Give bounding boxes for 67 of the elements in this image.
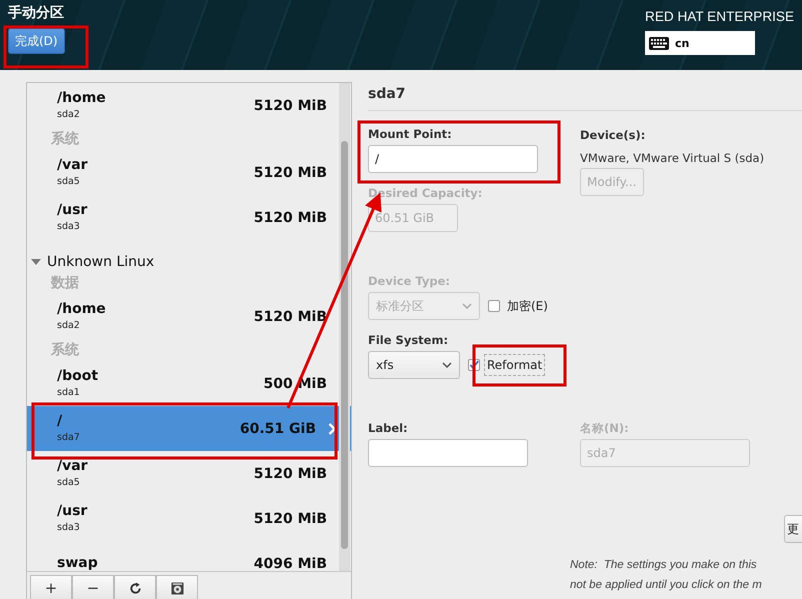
- partition-size: 5120 MiB: [254, 308, 327, 324]
- mount-point: /boot: [57, 367, 98, 386]
- field-label: Device Type:: [368, 273, 450, 289]
- mount-point: /home: [57, 89, 106, 108]
- disk-button[interactable]: [156, 575, 198, 599]
- partition-size: 5120 MiB: [254, 164, 327, 180]
- device-name: sda7: [57, 431, 80, 445]
- field-label: Label:: [368, 420, 408, 436]
- field-label: Mount Point:: [368, 126, 452, 142]
- partition-size: 5120 MiB: [254, 98, 327, 114]
- keyboard-layout-field[interactable]: cn: [645, 31, 755, 55]
- refresh-icon: [128, 582, 142, 594]
- input-field[interactable]: /: [368, 145, 538, 173]
- caret-icon: [442, 362, 452, 368]
- scrollbar[interactable]: [339, 83, 350, 571]
- product-name: RED HAT ENTERPRISE: [645, 8, 796, 26]
- update-button[interactable]: 更: [784, 515, 802, 543]
- device-name: sda5: [57, 175, 80, 189]
- device-name: sda5: [57, 476, 80, 490]
- field-label: Device(s):: [580, 127, 646, 143]
- device-description: VMware, VMware Virtual S (sda): [580, 151, 764, 165]
- field-label: Desired Capacity:: [368, 185, 482, 201]
- field-label: 名称(N):: [580, 420, 629, 436]
- mount-point: /var: [57, 457, 88, 476]
- partition-row[interactable]: swap 4096 MiB: [27, 541, 351, 571]
- dropdown[interactable]: xfs: [368, 351, 460, 379]
- checkbox-label[interactable]: Reformat: [484, 354, 546, 376]
- partition-row[interactable]: / sda7 60.51 GiB: [27, 406, 351, 451]
- field-label: File System:: [368, 332, 448, 348]
- partition-size: 5120 MiB: [254, 466, 327, 482]
- mount-point: /usr: [57, 201, 88, 220]
- mount-point: /home: [57, 300, 106, 319]
- partition-row[interactable]: /var sda5 5120 MiB: [27, 451, 351, 496]
- partition-size: 5120 MiB: [254, 510, 327, 526]
- mount-point: swap: [57, 554, 98, 571]
- partition-row[interactable]: /home sda2 5120 MiB: [27, 294, 351, 339]
- chevron-icon: [328, 422, 336, 434]
- done-button[interactable]: 完成(D): [8, 28, 65, 54]
- device-name: sda2: [57, 108, 80, 122]
- refresh-button[interactable]: [114, 575, 156, 599]
- screen-title: 手动分区: [8, 4, 64, 22]
- partition-size: 5120 MiB: [254, 210, 327, 226]
- note-text: Note: The settings you make on this not be applied until you click on the m: [570, 558, 763, 593]
- category-label: 系统: [50, 341, 80, 360]
- device-name: sda1: [57, 386, 80, 400]
- device-name: sda3: [57, 521, 80, 535]
- partition-row[interactable]: /home sda2 5120 MiB: [27, 83, 351, 128]
- caret-icon: [462, 303, 472, 309]
- partition-size: 4096 MiB: [254, 556, 327, 571]
- category-label: 系统: [50, 130, 80, 149]
- partition-size: 60.51 GiB: [240, 420, 316, 436]
- input-field[interactable]: [368, 439, 528, 467]
- mount-point: /usr: [57, 502, 88, 521]
- partition-row[interactable]: /var sda5 5120 MiB: [27, 150, 351, 195]
- partition-title: sda7: [368, 85, 407, 104]
- category-label: 数据: [50, 274, 80, 293]
- partition-row[interactable]: /usr sda3 5120 MiB: [27, 496, 351, 541]
- device-name: sda2: [57, 319, 80, 333]
- device-name: sda3: [57, 220, 80, 234]
- expander-icon[interactable]: [31, 259, 41, 265]
- toolbar-button[interactable]: −: [72, 575, 114, 599]
- mount-point: /var: [57, 156, 88, 175]
- section-title[interactable]: Unknown Linux: [47, 254, 154, 270]
- toolbar-button[interactable]: +: [30, 575, 72, 599]
- keyboard-icon: [649, 36, 669, 50]
- mount-point: /: [57, 412, 62, 431]
- partition-row[interactable]: /usr sda3 5120 MiB: [27, 195, 351, 240]
